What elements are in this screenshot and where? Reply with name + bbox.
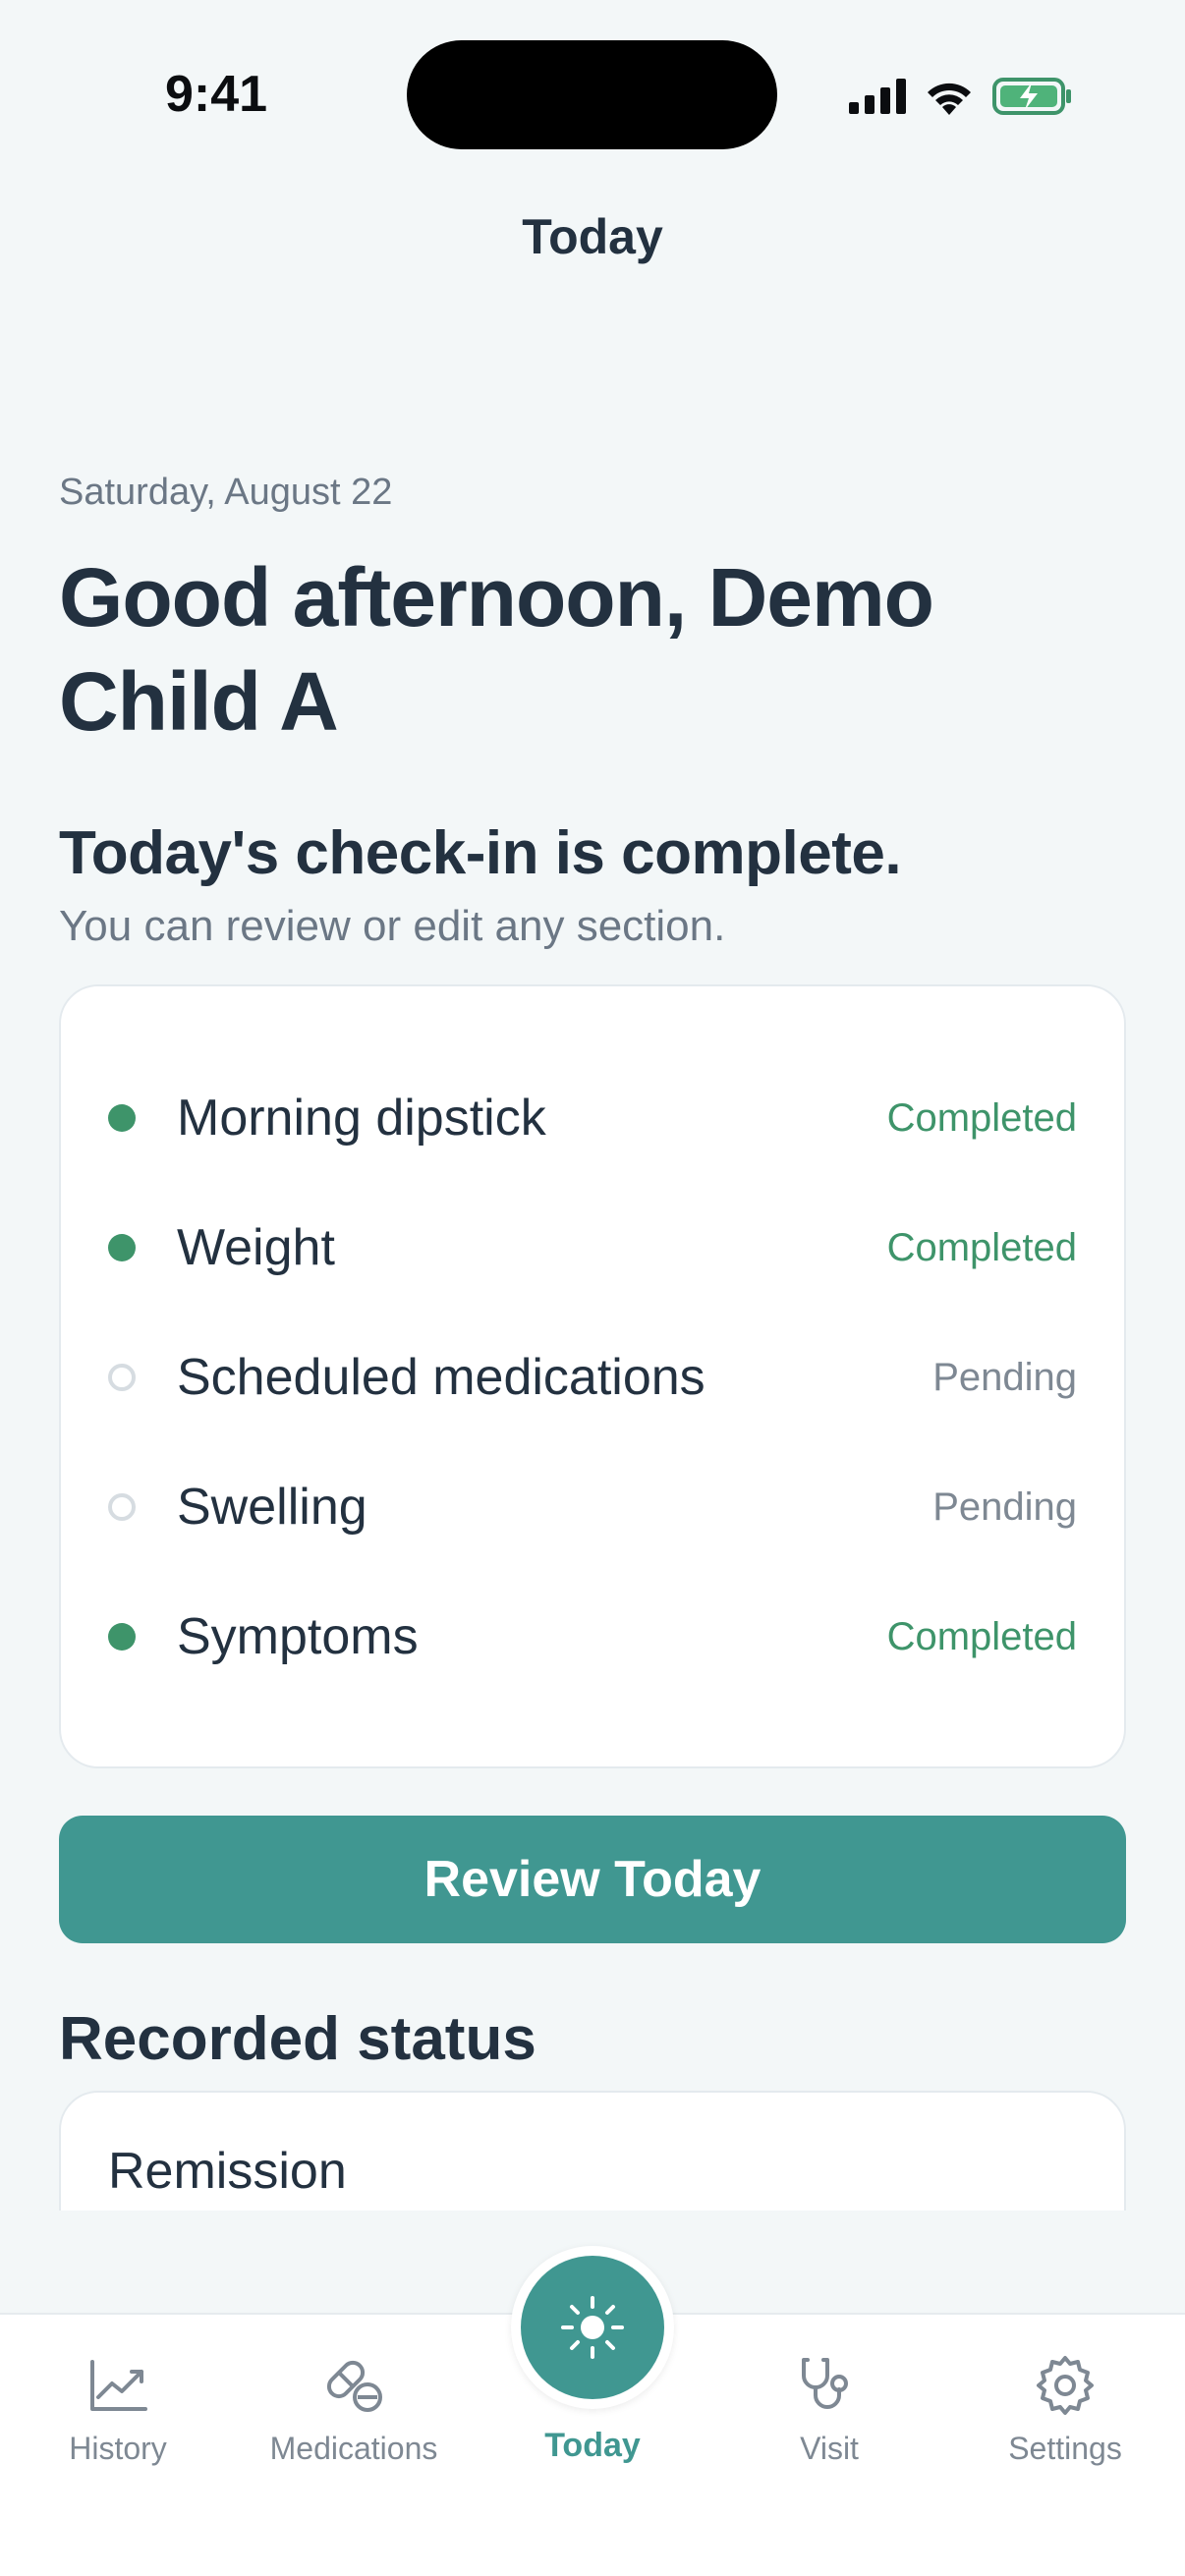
task-status: Pending (932, 1484, 1077, 1529)
task-row-weight[interactable]: Weight Completed (108, 1183, 1077, 1313)
checkin-title: Today's check-in is complete. (59, 819, 902, 887)
task-row-morning-dipstick[interactable]: Morning dipstick Completed (108, 1053, 1077, 1183)
dynamic-island (407, 40, 777, 149)
status-time: 9:41 (165, 66, 268, 123)
status-dot (108, 1623, 136, 1651)
status-dot (108, 1364, 136, 1391)
checkin-subtitle: You can review or edit any section. (59, 902, 726, 950)
tab-settings[interactable]: Settings (967, 2354, 1163, 2467)
battery-charging-icon (992, 78, 1071, 115)
task-label: Morning dipstick (177, 1090, 546, 1147)
tab-label: History (69, 2431, 167, 2466)
task-status: Completed (886, 1095, 1077, 1140)
task-status: Completed (886, 1225, 1077, 1269)
task-label: Weight (177, 1219, 335, 1276)
tab-history[interactable]: History (20, 2354, 216, 2467)
recorded-status-card-clip: Remission (59, 2091, 1126, 2211)
status-dot (108, 1234, 136, 1261)
nav-title: Today (522, 209, 663, 264)
tab-label: Medications (269, 2431, 438, 2466)
greeting-heading: Good afternoon, Demo Child A (59, 551, 934, 748)
recorded-status-title: Recorded status (59, 2005, 536, 2073)
status-icons (849, 69, 1073, 124)
status-dot (108, 1104, 136, 1132)
gear-icon (1037, 2356, 1094, 2415)
task-row-swelling[interactable]: Swelling Pending (108, 1442, 1077, 1572)
tab-today-label[interactable]: Today (494, 2427, 691, 2465)
chart-line-icon (90, 2360, 147, 2411)
wifi-icon (928, 83, 971, 115)
task-label: Scheduled medications (177, 1349, 705, 1406)
current-date: Saturday, August 22 (59, 472, 393, 513)
pills-icon (326, 2360, 382, 2412)
main-content: Saturday, August 22 Good afternoon, Demo… (59, 472, 1126, 2074)
today-screen: 9:41 Today Saturday, August 22 Good afte… (0, 0, 1185, 2576)
tab-medications[interactable]: Medications (255, 2354, 452, 2467)
tab-label: Visit (800, 2431, 859, 2466)
task-row-symptoms[interactable]: Symptoms Completed (108, 1572, 1077, 1702)
tab-label: Settings (1008, 2431, 1122, 2466)
checkin-task-card: Morning dipstick Completed Weight Comple… (59, 984, 1126, 1768)
stethoscope-icon (802, 2358, 848, 2409)
cellular-signal-icon (849, 79, 906, 114)
recorded-status-card[interactable]: Remission (59, 2091, 1126, 2211)
task-label: Swelling (177, 1479, 367, 1536)
task-status: Pending (932, 1355, 1077, 1399)
recorded-status-value: Remission (108, 2143, 347, 2200)
status-dot (108, 1493, 136, 1521)
task-status: Completed (886, 1614, 1077, 1658)
sun-icon (561, 2296, 624, 2359)
review-today-button[interactable]: Review Today (59, 1816, 1126, 1943)
tab-today-button[interactable] (521, 2256, 664, 2399)
task-label: Symptoms (177, 1608, 419, 1665)
task-row-scheduled-medications[interactable]: Scheduled medications Pending (108, 1313, 1077, 1442)
tab-visit[interactable]: Visit (731, 2354, 928, 2467)
